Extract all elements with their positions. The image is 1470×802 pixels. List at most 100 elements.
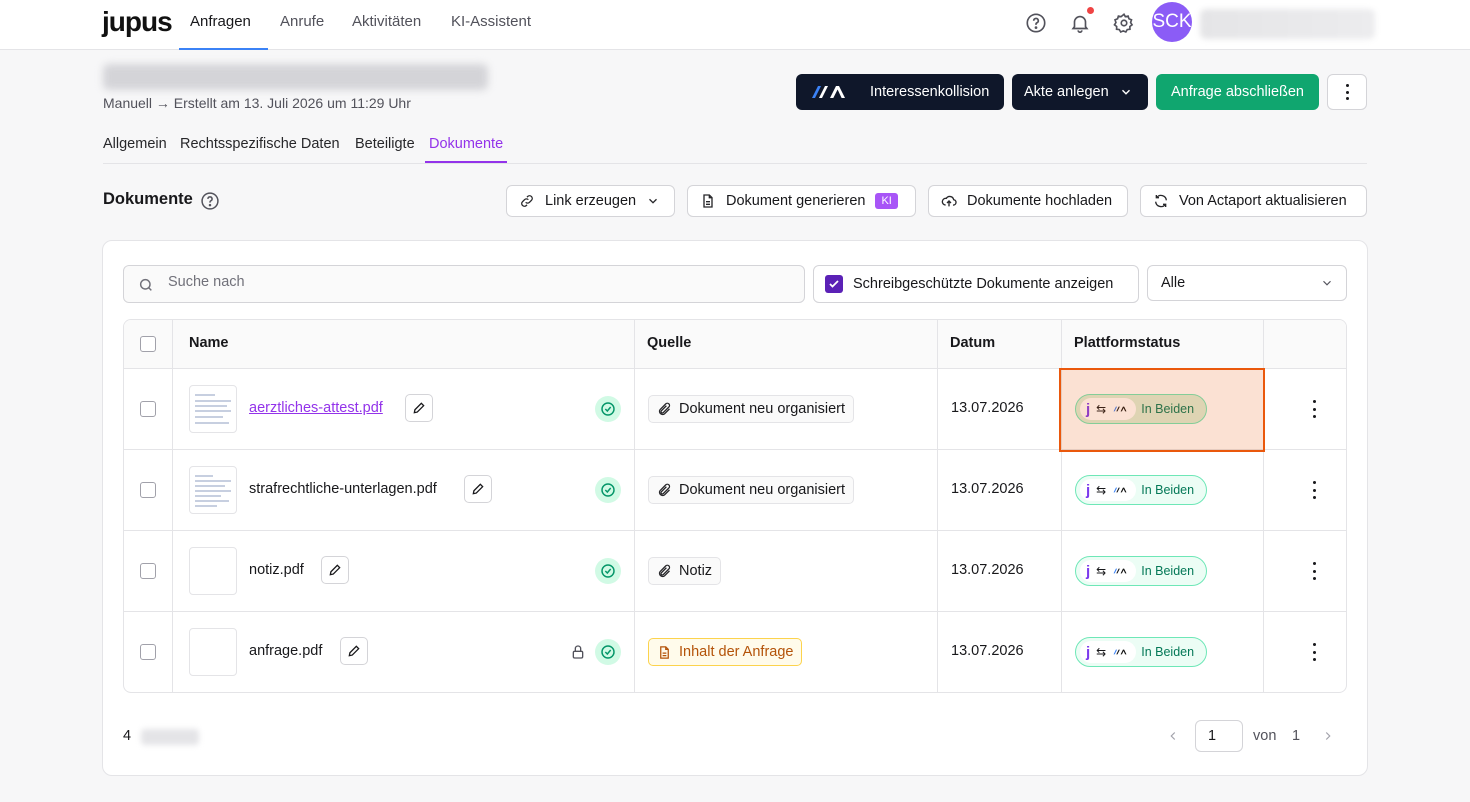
row-actions-kebab-icon[interactable] xyxy=(1309,400,1319,418)
blurred-page-title xyxy=(103,64,488,90)
tab-beteiligte[interactable]: Beteiligte xyxy=(355,126,415,163)
user-avatar[interactable]: SCK xyxy=(1152,2,1192,42)
dokument-generieren-button[interactable]: Dokument generieren KI xyxy=(687,185,916,217)
jupus-logo[interactable]: jupus xyxy=(102,6,173,38)
more-actions-button[interactable] xyxy=(1327,74,1367,110)
document-thumbnail[interactable] xyxy=(189,466,237,514)
document-thumbnail[interactable] xyxy=(189,547,237,595)
akte-anlegen-button[interactable]: Akte anlegen xyxy=(1012,74,1148,110)
platform-status-badge: j ⇆ In Beiden xyxy=(1075,475,1207,505)
kebab-icon xyxy=(1342,84,1352,100)
actaport-logo-icon xyxy=(812,86,845,98)
page-number-input[interactable]: 1 xyxy=(1195,720,1243,752)
source-label: Dokument neu organisiert xyxy=(679,401,846,417)
document-thumbnail[interactable] xyxy=(189,385,237,433)
tab-allgemein[interactable]: Allgemein xyxy=(103,126,167,163)
anfrage-abschliessen-button[interactable]: Anfrage abschließen xyxy=(1156,74,1319,110)
source-label: Inhalt der Anfrage xyxy=(679,644,794,660)
tab-rechtsspezifische-daten[interactable]: Rechtsspezifische Daten xyxy=(180,126,340,163)
document-name-link[interactable]: aerztliches-attest.pdf xyxy=(249,400,383,416)
source-chip: Dokument neu organisiert xyxy=(648,395,855,423)
help-circle-icon[interactable] xyxy=(200,191,220,211)
platform-status-label: In Beiden xyxy=(1141,645,1195,659)
page-subtitle: Manuell → Erstellt am 13. Juli 2026 um 1… xyxy=(103,95,411,111)
dokumente-hochladen-label: Dokumente hochladen xyxy=(967,193,1113,209)
document-name[interactable]: strafrechtliche-unterlagen.pdf xyxy=(249,481,437,497)
row-actions-kebab-icon[interactable] xyxy=(1309,643,1319,661)
date-cell: 13.07.2026 xyxy=(951,562,1024,578)
readonly-toggle[interactable]: Schreibgeschützte Dokumente anzeigen xyxy=(813,265,1139,303)
date-cell: 13.07.2026 xyxy=(951,481,1024,497)
highlighted-status-cell xyxy=(1059,368,1265,452)
chevron-down-icon xyxy=(1323,280,1331,286)
row-checkbox[interactable] xyxy=(140,644,156,660)
documents-card: Schreibgeschützte Dokumente anzeigen All… xyxy=(102,240,1368,776)
table-row[interactable]: strafrechtliche-unterlagen.pdf Dokument … xyxy=(124,450,1346,531)
actaport-mark-icon xyxy=(1113,649,1127,655)
header-quelle: Quelle xyxy=(647,335,692,351)
row-checkbox[interactable] xyxy=(140,401,156,417)
source-chip: Notiz xyxy=(648,557,722,585)
filter-select-value: Alle xyxy=(1161,275,1186,291)
bell-icon[interactable] xyxy=(1069,12,1091,34)
interessenkollision-button[interactable]: Interessenkollision xyxy=(796,74,1004,110)
actaport-mark-icon xyxy=(1113,487,1127,493)
gear-icon[interactable] xyxy=(1113,12,1135,34)
platform-status-icons: j ⇆ xyxy=(1080,479,1137,501)
table-row[interactable]: anfrage.pdf Inhalt der Anfrage 13.07.202… xyxy=(124,612,1346,692)
sync-arrows-icon: ⇆ xyxy=(1096,483,1107,497)
synced-check-icon xyxy=(595,558,621,584)
von-actaport-label: Von Actaport aktualisieren xyxy=(1179,193,1347,209)
filter-select[interactable]: Alle xyxy=(1147,265,1347,301)
edit-name-button[interactable] xyxy=(405,394,433,422)
platform-status-icons: j ⇆ xyxy=(1080,560,1137,582)
blurred-user-name xyxy=(1200,9,1375,39)
header-plattformstatus: Plattformstatus xyxy=(1074,335,1181,351)
paperclip-icon xyxy=(658,483,671,496)
akte-anlegen-label: Akte anlegen xyxy=(1024,84,1109,100)
chevron-right-icon[interactable] xyxy=(1321,729,1335,743)
row-checkbox[interactable] xyxy=(140,482,156,498)
tab-dokumente[interactable]: Dokumente xyxy=(425,126,508,163)
nav-tab-anrufe[interactable]: Anrufe xyxy=(280,0,324,50)
platform-status-badge: j ⇆ In Beiden xyxy=(1075,556,1207,586)
document-name[interactable]: notiz.pdf xyxy=(249,562,304,578)
dokumente-hochladen-button[interactable]: Dokumente hochladen xyxy=(928,185,1128,217)
document-thumbnail[interactable] xyxy=(189,628,237,676)
nav-tab-ki-assistent[interactable]: KI-Assistent xyxy=(451,0,531,50)
edit-name-button[interactable] xyxy=(340,637,368,665)
paperclip-icon xyxy=(658,402,671,415)
chevron-down-icon xyxy=(1121,89,1130,95)
edit-name-button[interactable] xyxy=(321,556,349,584)
document-name[interactable]: anfrage.pdf xyxy=(249,643,322,659)
select-all-checkbox[interactable] xyxy=(140,336,156,352)
von-actaport-aktualisieren-button[interactable]: Von Actaport aktualisieren xyxy=(1140,185,1367,217)
chevron-left-icon[interactable] xyxy=(1166,729,1180,743)
link-erzeugen-button[interactable]: Link erzeugen xyxy=(506,185,675,217)
source-chip: Dokument neu organisiert xyxy=(648,476,855,504)
readonly-checkbox[interactable] xyxy=(825,275,843,293)
table-row[interactable]: notiz.pdf Notiz 13.07.2026 j ⇆ In Beiden xyxy=(124,531,1346,612)
platform-status-icons: j ⇆ xyxy=(1080,641,1137,663)
search-input[interactable] xyxy=(168,274,768,290)
paperclip-icon xyxy=(658,564,671,577)
edit-name-button[interactable] xyxy=(464,475,492,503)
nav-tab-anfragen[interactable]: Anfragen xyxy=(179,0,268,50)
synced-check-icon xyxy=(595,396,621,422)
detail-tabs: Allgemein Rechtsspezifische Daten Beteil… xyxy=(103,126,1367,164)
dokument-generieren-label: Dokument generieren xyxy=(726,193,866,209)
row-actions-kebab-icon[interactable] xyxy=(1309,481,1319,499)
date-cell: 13.07.2026 xyxy=(951,643,1024,659)
link-icon xyxy=(521,195,533,207)
documents-table: Name Quelle Datum Plattformstatus aerztl… xyxy=(123,319,1347,693)
platform-status-label: In Beiden xyxy=(1141,483,1195,497)
row-actions-kebab-icon[interactable] xyxy=(1309,562,1319,580)
row-checkbox[interactable] xyxy=(140,563,156,579)
nav-tab-aktivitaeten[interactable]: Aktivitäten xyxy=(352,0,421,50)
check-icon xyxy=(829,280,839,288)
total-pages: 1 xyxy=(1292,728,1301,744)
refresh-icon xyxy=(1155,194,1167,208)
page-of-label: von xyxy=(1253,728,1277,744)
synced-check-icon xyxy=(595,639,621,665)
help-icon[interactable] xyxy=(1025,12,1047,34)
